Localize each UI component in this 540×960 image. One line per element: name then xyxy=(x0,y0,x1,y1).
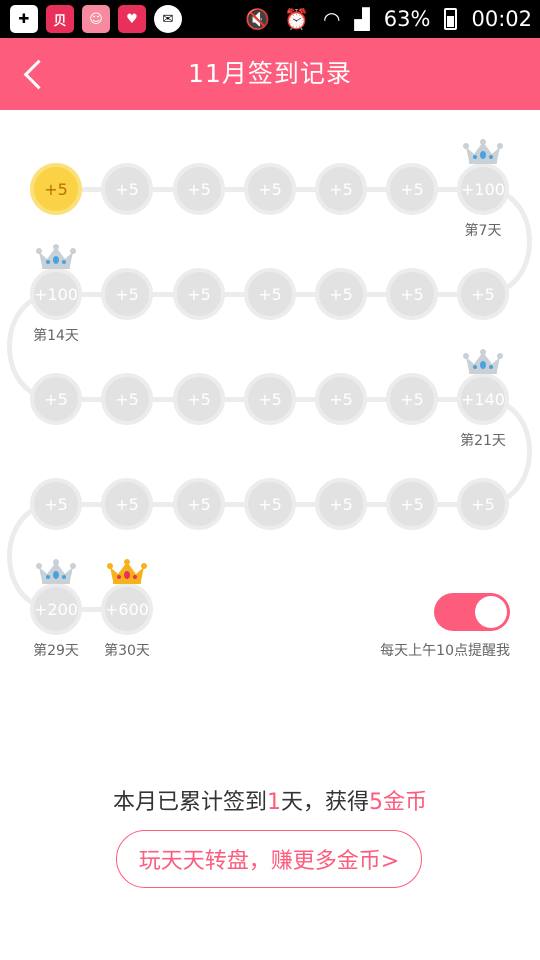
day-reward-12: +5 xyxy=(173,268,225,320)
day-reward-1: +5 xyxy=(30,163,82,215)
summary-days: 1 xyxy=(266,790,281,815)
day-reward-6: +5 xyxy=(386,163,438,215)
silver-crown-icon xyxy=(463,349,503,374)
summary-prefix: 本月已累计签到 xyxy=(112,790,267,815)
day-reward-4: +5 xyxy=(244,163,296,215)
day-reward-5: +5 xyxy=(315,163,367,215)
silver-crown-icon xyxy=(463,139,503,164)
milestone-day-label: 第21天 xyxy=(460,433,506,449)
day-reward-8: +5 xyxy=(457,268,509,320)
day-reward-11: +5 xyxy=(244,268,296,320)
day-reward-7: +100 xyxy=(457,163,509,215)
day-reward-27: +5 xyxy=(101,478,153,530)
day-reward-22: +5 xyxy=(457,478,509,530)
day-reward-20: +5 xyxy=(386,373,438,425)
day-reward-13: +5 xyxy=(101,268,153,320)
day-reward-23: +5 xyxy=(386,478,438,530)
day-reward-16: +5 xyxy=(101,373,153,425)
day-reward-25: +5 xyxy=(244,478,296,530)
summary-coins: 5 xyxy=(369,790,383,815)
day-reward-15: +5 xyxy=(30,373,82,425)
day-reward-17: +5 xyxy=(173,373,225,425)
reminder-label: 每天上午10点提醒我 xyxy=(380,643,510,659)
day-reward-14: +100 xyxy=(30,268,82,320)
silver-crown-icon xyxy=(36,244,76,269)
gold-crown-icon xyxy=(107,559,147,584)
day-reward-18: +5 xyxy=(244,373,296,425)
day-reward-29: +200 xyxy=(30,583,82,635)
day-reward-26: +5 xyxy=(173,478,225,530)
day-reward-30: +600 xyxy=(101,583,153,635)
day-reward-19: +5 xyxy=(315,373,367,425)
milestone-day-label: 第29天 xyxy=(33,643,79,659)
day-reward-28: +5 xyxy=(30,478,82,530)
toggle-knob xyxy=(475,596,507,628)
day-reward-3: +5 xyxy=(173,163,225,215)
spin-wheel-button[interactable]: 玩天天转盘，赚更多金币> xyxy=(116,830,422,888)
day-reward-10: +5 xyxy=(315,268,367,320)
reminder-toggle[interactable] xyxy=(434,593,510,631)
summary-middle: 天，获得 xyxy=(280,790,369,815)
silver-crown-icon xyxy=(36,559,76,584)
milestone-day-label: 第30天 xyxy=(104,643,150,659)
day-reward-24: +5 xyxy=(315,478,367,530)
checkin-calendar: +5 +5 +5 +5 +5 +5 +100 第7天 +100 第14天 +5 +5 +5 +5 +5 +5 +… xyxy=(0,0,540,960)
summary-suffix: 金币 xyxy=(383,790,428,815)
milestone-day-label: 第7天 xyxy=(464,223,502,239)
milestone-day-label: 第14天 xyxy=(33,328,79,344)
day-reward-21: +140 xyxy=(457,373,509,425)
day-reward-2: +5 xyxy=(101,163,153,215)
day-reward-9: +5 xyxy=(386,268,438,320)
checkin-summary: 本月已累计签到1天，获得5金币 xyxy=(0,784,540,816)
